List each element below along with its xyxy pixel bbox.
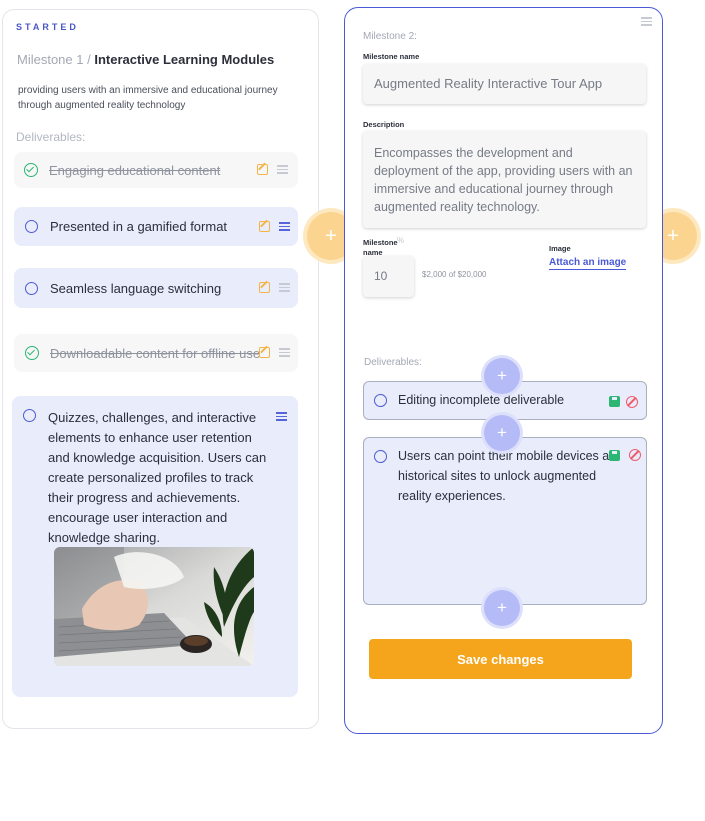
drag-handle-icon[interactable] — [277, 165, 288, 174]
percent-input[interactable]: 10 — [363, 256, 414, 297]
percent-sign: % — [397, 236, 405, 245]
image-label: Image — [549, 244, 571, 253]
save-changes-button[interactable]: Save changes — [369, 639, 632, 679]
deliverables-label: Deliverables: — [364, 357, 422, 368]
deliverable-item-1[interactable]: Engaging educational content — [14, 152, 298, 188]
menu-icon[interactable] — [641, 17, 652, 26]
circle-icon[interactable] — [25, 220, 38, 233]
deliverable-label: Presented in a gamified format — [50, 219, 228, 234]
drag-handle-icon[interactable] — [279, 348, 290, 357]
cancel-icon[interactable] — [629, 449, 641, 461]
milestone-1-title: Milestone 1 / Interactive Learning Modul… — [17, 52, 275, 67]
cancel-icon[interactable] — [626, 396, 638, 408]
drag-handle-icon[interactable] — [279, 222, 290, 231]
deliverables-label: Deliverables: — [16, 130, 86, 144]
deliverable-item-2[interactable]: Presented in a gamified format — [14, 207, 298, 246]
milestone-2-label: Milestone 2: — [363, 31, 417, 42]
edit-icon[interactable] — [259, 221, 270, 232]
laptop-photo — [54, 547, 254, 666]
milestone-name-label: Milestone name — [363, 52, 420, 61]
add-deliverable-button[interactable]: + — [484, 590, 520, 626]
deliverable-item-4[interactable]: Downloadable content for offline use — [14, 334, 298, 372]
deliverable-label: Seamless language switching — [50, 280, 222, 296]
description-label: Description — [363, 120, 405, 129]
deliverable-label: Downloadable content for offline use — [50, 345, 261, 361]
milestone-name-input[interactable]: Augmented Reality Interactive Tour App — [363, 64, 646, 104]
circle-icon[interactable] — [374, 394, 387, 407]
check-icon[interactable] — [25, 346, 39, 360]
save-icon[interactable] — [609, 396, 620, 407]
milestone-1-description: providing users with an immersive and ed… — [18, 85, 278, 111]
circle-icon[interactable] — [25, 281, 38, 295]
save-icon[interactable] — [609, 450, 620, 461]
description-input[interactable]: Encompasses the development and deployme… — [363, 131, 646, 228]
edit-icon[interactable] — [257, 164, 268, 175]
add-deliverable-button[interactable]: + — [484, 415, 520, 451]
check-icon[interactable] — [24, 163, 38, 177]
editing-deliverable-big-text[interactable]: Users can point their mobile devices at … — [398, 446, 613, 506]
drag-handle-icon[interactable] — [279, 283, 290, 292]
editing-deliverable-text[interactable]: Editing incomplete deliverable — [398, 393, 564, 407]
add-deliverable-button[interactable]: + — [484, 358, 520, 394]
deliverable-label: Engaging educational content — [49, 162, 221, 178]
expanded-deliverable-text: Quizzes, challenges, and interactive ele… — [48, 410, 267, 545]
deliverable-item-3[interactable]: Seamless language switching — [14, 268, 298, 308]
drag-handle-icon[interactable] — [276, 412, 287, 421]
amount-text: $2,000 of $20,000 — [422, 270, 487, 279]
status-label: STARTED — [16, 22, 79, 32]
circle-icon[interactable] — [374, 450, 387, 463]
edit-icon[interactable] — [259, 347, 270, 358]
attach-image-link[interactable]: Attach an image — [549, 257, 627, 270]
circle-icon[interactable] — [23, 409, 36, 422]
edit-icon[interactable] — [259, 282, 270, 293]
